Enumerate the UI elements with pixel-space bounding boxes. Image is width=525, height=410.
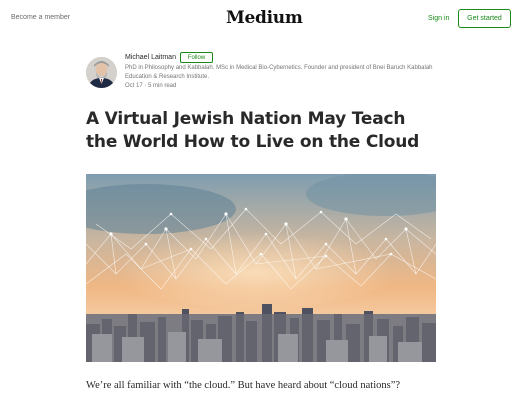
hero-image [86, 174, 436, 362]
get-started-button[interactable]: Get started [458, 9, 511, 28]
city-cloud-network-image [86, 174, 436, 362]
sign-in-link[interactable]: Sign in [428, 15, 449, 22]
author-name-link[interactable]: Michael Laitman [125, 54, 176, 61]
medium-logo[interactable]: Medium [226, 8, 303, 28]
author-byline: Michael Laitman Follow PhD in Philosophy… [86, 51, 436, 91]
post-meta[interactable]: Oct 17 · 5 min read [125, 83, 176, 89]
article-lead-paragraph: We’re all familiar with “the cloud.” But… [86, 380, 401, 391]
author-avatar[interactable] [86, 57, 117, 88]
article-title: A Virtual Jewish Nation May Teach the Wo… [86, 109, 420, 152]
follow-button[interactable]: Follow [180, 52, 213, 63]
become-member-link[interactable]: Become a member [11, 14, 70, 21]
author-bio: PhD in Philosophy and Kabbalah. MSc in M… [125, 65, 433, 80]
top-navigation-bar: Become a member Medium Sign in Get start… [0, 0, 525, 40]
author-portrait-icon [86, 57, 117, 88]
